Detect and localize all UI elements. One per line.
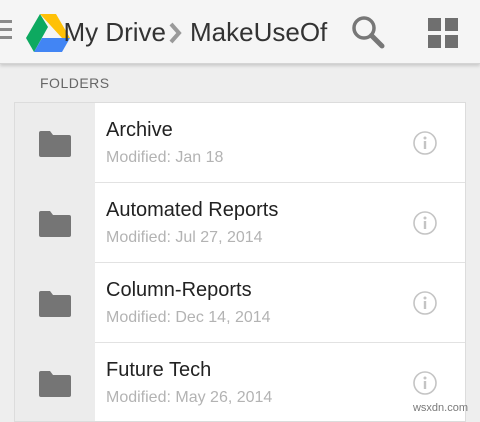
folder-row[interactable]: Archive Modified: Jan 18 (15, 103, 465, 183)
folder-thumbnail (15, 263, 95, 343)
folder-thumbnail (15, 183, 95, 263)
info-icon[interactable] (413, 291, 437, 315)
folder-name: Column-Reports (106, 279, 252, 301)
grid-view-icon[interactable] (426, 16, 460, 50)
info-icon[interactable] (413, 371, 437, 395)
folder-name: Future Tech (106, 359, 212, 381)
search-icon[interactable] (350, 14, 386, 50)
folder-thumbnail (15, 343, 95, 421)
folder-list: Archive Modified: Jan 18 Automated Repor… (14, 102, 466, 422)
folder-row[interactable]: Column-Reports Modified: Dec 14, 2014 (15, 263, 465, 343)
chevron-right-icon (169, 22, 182, 44)
folder-name: Automated Reports (106, 199, 279, 221)
folder-row[interactable]: Automated Reports Modified: Jul 27, 2014 (15, 183, 465, 263)
folder-modified-date: Modified: Jan 18 (106, 149, 224, 166)
breadcrumb-current: MakeUseOf (190, 17, 328, 47)
folder-modified-date: Modified: Jul 27, 2014 (106, 229, 263, 246)
folder-icon (39, 371, 71, 397)
folder-modified-date: Modified: Dec 14, 2014 (106, 309, 271, 326)
folder-row[interactable]: Future Tech Modified: May 26, 2014 (15, 343, 465, 421)
folder-thumbnail (15, 103, 95, 183)
info-icon[interactable] (413, 131, 437, 155)
folder-icon (39, 211, 71, 237)
hamburger-menu-icon[interactable] (0, 20, 14, 42)
folder-icon (39, 131, 71, 157)
watermark: wsxdn.com (412, 402, 468, 414)
folder-name: Archive (106, 119, 173, 141)
folder-icon (39, 291, 71, 317)
app-bar: My Drive MakeUseOf (0, 0, 480, 64)
breadcrumb-parent[interactable]: My Drive (62, 14, 166, 50)
folder-modified-date: Modified: May 26, 2014 (106, 389, 273, 406)
info-icon[interactable] (413, 211, 437, 235)
folders-section-header: FOLDERS (40, 75, 110, 91)
